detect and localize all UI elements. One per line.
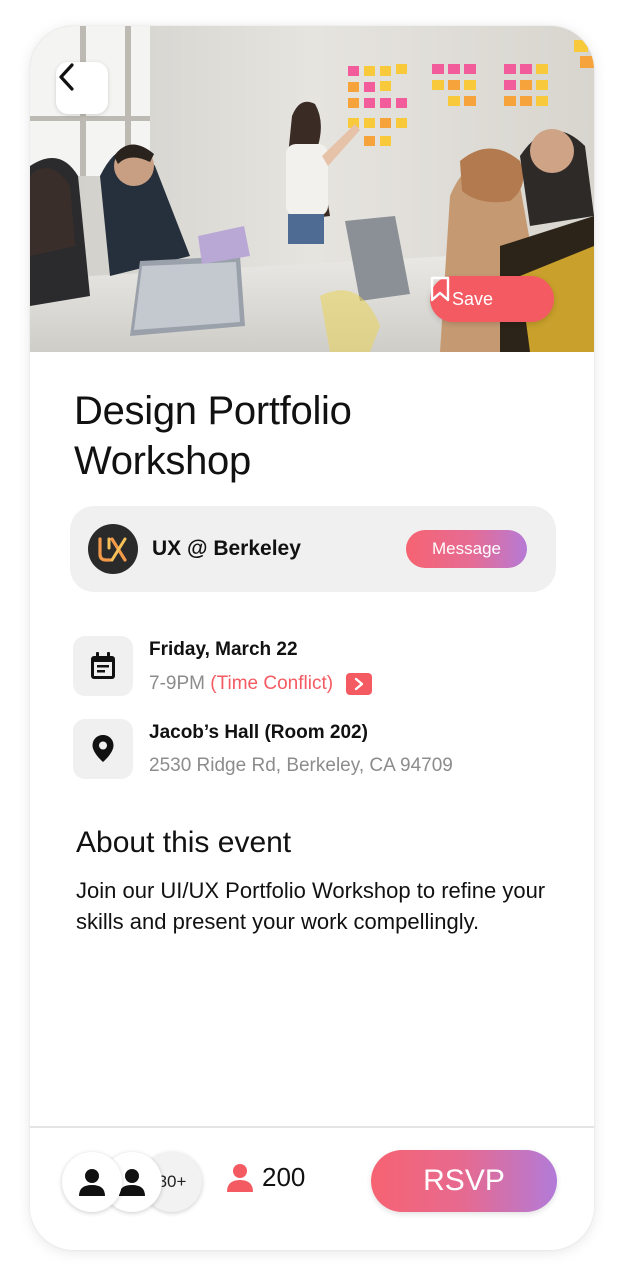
rsvp-button[interactable]: RSVP <box>371 1150 557 1212</box>
location-icon-tile <box>73 719 133 779</box>
venue-name: Jacob’s Hall (Room 202) <box>149 722 368 743</box>
event-time: 7-9PM <box>149 673 205 695</box>
person-icon <box>227 1163 253 1192</box>
time-conflict-button[interactable] <box>346 673 373 695</box>
calendar-icon-tile <box>73 636 133 696</box>
attendee-avatar[interactable] <box>62 1152 122 1212</box>
about-heading: About this event <box>76 826 292 859</box>
event-date: Friday, March 22 <box>149 639 298 660</box>
event-title: Design Portfolio Workshop <box>74 389 352 483</box>
chevron-right-icon <box>355 677 364 691</box>
message-button[interactable]: Message <box>406 530 527 568</box>
attendee-count-value: 200 <box>262 1162 306 1192</box>
location-pin-icon <box>92 735 114 762</box>
calendar-icon <box>91 652 115 679</box>
event-time-row: 7-9PM (Time Conflict) <box>149 673 373 695</box>
save-label: Save <box>452 288 494 309</box>
back-arrow-icon <box>59 63 74 91</box>
bookmark-icon <box>430 276 450 302</box>
save-button[interactable]: Save <box>430 276 554 322</box>
venue-address[interactable]: 2530 Ridge Rd, Berkeley, CA 94709 <box>149 755 453 777</box>
time-conflict-label[interactable]: (Time Conflict) <box>210 673 333 694</box>
bottom-action-bar: 30+ 200 RSVP <box>30 1126 594 1250</box>
attendee-count: 200 <box>226 1162 305 1193</box>
ux-berkeley-logo <box>88 524 138 574</box>
event-hero-image: Save <box>30 26 594 352</box>
host-name[interactable]: UX @ Berkeley <box>152 537 301 561</box>
about-description: Join our UI/UX Portfolio Workshop to ref… <box>76 878 546 934</box>
phone-frame: Save Design Portfolio Workshop UX @ Berk… <box>30 26 594 1250</box>
host-card: UX @ Berkeley Message <box>70 506 556 592</box>
person-icon <box>79 1169 105 1196</box>
back-button[interactable] <box>56 62 108 114</box>
